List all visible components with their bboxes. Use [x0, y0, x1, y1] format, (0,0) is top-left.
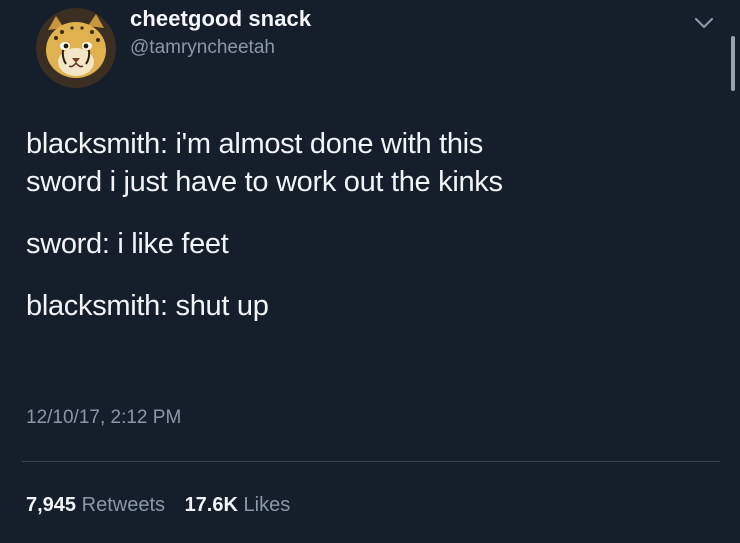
- divider: [22, 461, 720, 462]
- tweet-paragraph: blacksmith: i'm almost done with this sw…: [26, 125, 706, 201]
- likes-stat[interactable]: 17.6K Likes: [185, 494, 291, 517]
- user-handle[interactable]: @tamryncheetah: [130, 37, 275, 59]
- display-name[interactable]: cheetgood snack: [130, 6, 311, 32]
- tweet-paragraph: blacksmith: shut up: [26, 287, 706, 325]
- tweet-line: sword: i like feet: [26, 228, 229, 260]
- tweet-stats: 7,945 Retweets 17.6K Likes: [26, 494, 290, 517]
- scrollbar[interactable]: [731, 36, 735, 91]
- retweets-stat[interactable]: 7,945 Retweets: [26, 494, 165, 517]
- tweet-text: blacksmith: i'm almost done with this sw…: [26, 125, 706, 325]
- avatar[interactable]: [36, 8, 116, 88]
- tweet-line: sword i just have to work out the kinks: [26, 166, 503, 198]
- tweet-card: cheetgood snack @tamryncheetah blacksmit…: [0, 0, 740, 543]
- likes-count: 17.6K: [184, 494, 238, 516]
- cheetah-avatar-icon: [36, 8, 116, 88]
- tweet-line: blacksmith: i'm almost done with this: [26, 128, 483, 160]
- likes-label: Likes: [243, 494, 291, 516]
- retweets-label: Retweets: [81, 494, 165, 516]
- retweets-count: 7,945: [26, 494, 77, 516]
- chevron-down-icon[interactable]: [690, 12, 718, 34]
- tweet-paragraph: sword: i like feet: [26, 225, 706, 263]
- tweet-line: blacksmith: shut up: [26, 290, 269, 322]
- tweet-timestamp[interactable]: 12/10/17, 2:12 PM: [26, 407, 181, 429]
